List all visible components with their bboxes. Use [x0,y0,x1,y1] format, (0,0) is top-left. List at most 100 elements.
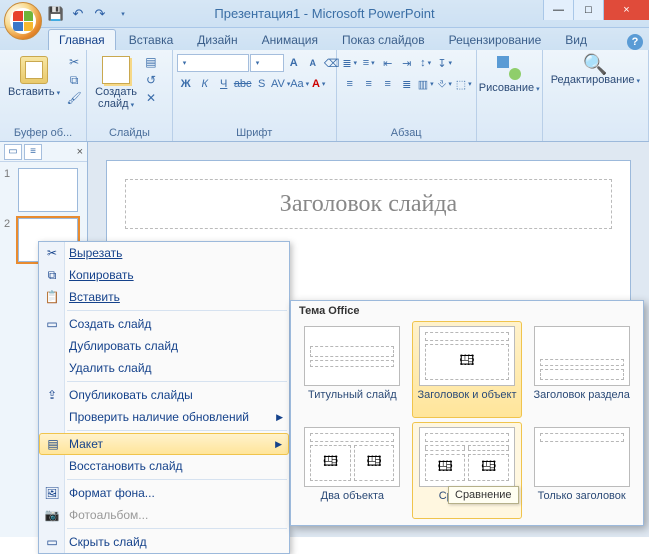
align-right-icon[interactable]: ≡ [379,75,397,93]
layout-label-3: Заголовок раздела [533,389,629,413]
tab-animation[interactable]: Анимация [251,29,329,50]
titlebar: 💾 ↶ ↷ Презентация1 - Microsoft PowerPoin… [0,0,649,28]
group-font-label: Шрифт [177,126,332,141]
office-logo-icon [10,8,36,34]
format-painter-icon[interactable]: 🖌 [66,90,82,106]
numbering-icon[interactable]: ≡ [360,54,378,72]
layout-comparison[interactable]: 🖽🖽 Сравнение [412,422,523,519]
copy-icon[interactable]: ⧉ [66,72,82,88]
minimize-button[interactable]: — [543,0,573,20]
shadow-icon[interactable]: S [253,75,271,93]
ctx-delete-slide[interactable]: Удалить слайд [39,357,289,379]
qat-customize-icon[interactable] [114,6,130,22]
layout-label-6: Только заголовок [538,490,626,514]
ctx-layout[interactable]: ▤Макет▶ [39,433,289,455]
new-slide-button[interactable]: Создать слайд [91,54,141,114]
slide-title-placeholder[interactable]: Заголовок слайда [125,179,612,229]
delete-slide-icon[interactable]: ✕ [143,90,159,106]
columns-icon[interactable]: ▥ [417,75,435,93]
ctx-photo-album: 📷Фотоальбом... [39,504,289,526]
layout-title-content[interactable]: 🖽 Заголовок и объект [412,321,523,418]
paste-button[interactable]: Вставить [4,54,64,102]
ctx-hide-slide[interactable]: ▭Скрыть слайд [39,531,289,553]
tab-slideshow[interactable]: Показ слайдов [331,29,436,50]
grow-font-icon[interactable]: A [285,54,303,72]
align-center-icon[interactable]: ≡ [360,75,378,93]
layout-title-only[interactable]: Только заголовок [526,422,637,519]
layout-label-2: Заголовок и объект [417,389,516,413]
content-icon: 🖽 [481,456,496,480]
album-icon: 📷 [43,508,61,522]
ctx-publish-slides[interactable]: ⇪Опубликовать слайды [39,384,289,406]
align-text-icon[interactable]: ⎀ [436,75,454,93]
drawing-label: Рисование [479,82,540,96]
underline-icon[interactable]: Ч [215,75,233,93]
italic-icon[interactable]: К [196,75,214,93]
publish-icon: ⇪ [43,388,61,402]
slide-preview-1 [18,168,78,212]
layout-icon[interactable]: ▤ [143,54,159,70]
undo-icon[interactable]: ↶ [70,6,86,22]
bold-icon[interactable]: Ж [177,75,195,93]
thumbnails-close-icon[interactable]: × [77,146,83,158]
scissors-icon: ✂ [43,246,61,260]
shrink-font-icon[interactable]: A [304,54,322,72]
strike-icon[interactable]: abc [234,75,252,93]
dec-indent-icon[interactable]: ⇤ [379,54,397,72]
font-color-icon[interactable]: A [310,75,328,93]
font-size-combo[interactable] [250,54,284,72]
window-controls: — □ × [543,0,649,20]
text-direction-icon[interactable]: ↧ [436,54,454,72]
context-menu: ✂Вырезать ⧉Копировать 📋Вставить ▭Создать… [38,241,290,554]
font-name-combo[interactable] [177,54,249,72]
ctx-duplicate-slide[interactable]: Дублировать слайд [39,335,289,357]
close-button[interactable]: × [603,0,649,20]
change-case-icon[interactable]: Aa [291,75,309,93]
office-button[interactable] [4,2,42,40]
bullets-icon[interactable]: ≣ [341,54,359,72]
content-icon: 🖽 [459,350,474,374]
ctx-cut[interactable]: ✂Вырезать [39,242,289,264]
ribbon: Вставить ✂ ⧉ 🖌 Буфер об... Создать слайд… [0,50,649,142]
maximize-button[interactable]: □ [573,0,603,20]
content-icon: 🖽 [323,451,338,475]
ctx-reset-slide[interactable]: Восстановить слайд [39,455,289,477]
slide-thumb-1[interactable]: 1 [4,168,83,212]
thumbnails-tab-outline-icon[interactable]: ≡ [24,144,42,160]
ctx-new-slide[interactable]: ▭Создать слайд [39,313,289,335]
align-left-icon[interactable]: ≡ [341,75,359,93]
tab-view[interactable]: Вид [554,29,598,50]
reset-icon[interactable]: ↺ [143,72,159,88]
justify-icon[interactable]: ≣ [398,75,416,93]
gallery-heading: Тема Office [291,301,643,321]
inc-indent-icon[interactable]: ⇥ [398,54,416,72]
quick-access-toolbar: 💾 ↶ ↷ [48,6,130,22]
redo-icon[interactable]: ↷ [92,6,108,22]
ctx-format-background[interactable]: 🖼Формат фона... [39,482,289,504]
layout-two-content[interactable]: 🖽🖽 Два объекта [297,422,408,519]
content-icon: 🖽 [438,456,453,480]
tab-home[interactable]: Главная [48,29,116,50]
layout-label-4: Два объекта [321,490,384,514]
thumbnails-tab-slides-icon[interactable]: ▭ [4,144,22,160]
tab-insert[interactable]: Вставка [118,29,185,50]
slide-number-1: 1 [4,168,14,212]
ctx-copy[interactable]: ⧉Копировать [39,264,289,286]
paste-label: Вставить [8,86,60,100]
layout-label-1: Титульный слайд [308,389,397,413]
editing-button[interactable]: 🔍 Редактирование [547,54,644,90]
save-icon[interactable]: 💾 [48,6,64,22]
cut-icon[interactable]: ✂ [66,54,82,70]
window-title: Презентация1 - Microsoft PowerPoint [214,6,434,21]
tab-design[interactable]: Дизайн [186,29,248,50]
ctx-check-updates[interactable]: Проверить наличие обновлений▶ [39,406,289,428]
ctx-paste[interactable]: 📋Вставить [39,286,289,308]
layout-title-slide[interactable]: Титульный слайд [297,321,408,418]
layout-section-header[interactable]: Заголовок раздела [526,321,637,418]
drawing-button[interactable]: Рисование [481,54,538,98]
tab-review[interactable]: Рецензирование [438,29,553,50]
char-spacing-icon[interactable]: AV [272,75,290,93]
line-spacing-icon[interactable]: ↕ [417,54,435,72]
help-icon[interactable]: ? [627,34,643,50]
smartart-icon[interactable]: ⬚ [455,75,473,93]
